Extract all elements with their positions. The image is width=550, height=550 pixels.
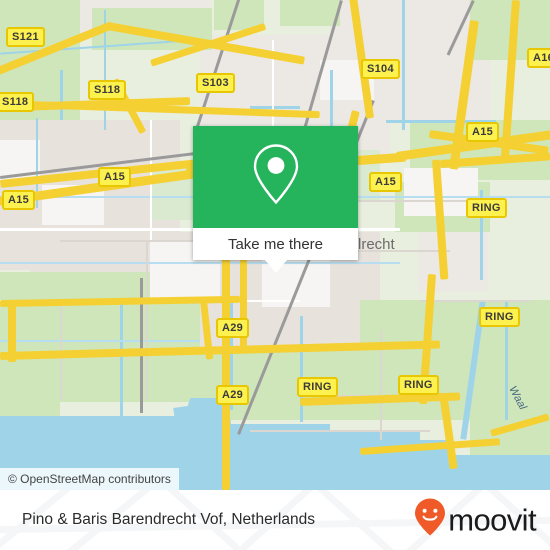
moovit-brand[interactable]: moovit — [415, 498, 537, 542]
road-shield: S104 — [361, 59, 400, 79]
road-shield: A15 — [98, 167, 132, 187]
road-shield: S103 — [196, 73, 235, 93]
road-shield: S121 — [6, 27, 45, 47]
road-shield: RING — [398, 375, 439, 395]
card-header — [193, 126, 358, 228]
card-pointer-tail — [264, 260, 287, 273]
take-me-there-card[interactable]: Take me there — [193, 126, 358, 273]
road-shield: RING — [297, 377, 338, 397]
moovit-wordmark: moovit — [448, 502, 536, 538]
road-shield: A15 — [466, 122, 500, 142]
map-pin-icon — [249, 142, 303, 213]
road-shield: A16 — [527, 48, 550, 68]
osm-attribution[interactable]: © OpenStreetMap contributors — [0, 468, 179, 490]
river-label: Waal — [506, 384, 529, 412]
take-me-there-label: Take me there — [227, 235, 324, 253]
moovit-smiley-pin-icon — [415, 498, 446, 542]
map-share-card: S121 S118 S118 S103 S104 A16 A15 A15 A15 A15 RING R… — [0, 0, 550, 550]
place-title: Pino & Baris Barendrecht Vof, Netherland… — [22, 511, 315, 528]
road-shield: A29 — [216, 318, 250, 338]
road-shield: S118 — [0, 92, 35, 112]
road-shield: A29 — [216, 385, 250, 405]
road-shield: A15 — [2, 190, 36, 210]
road-shield: RING — [466, 198, 507, 218]
road-shield: A15 — [369, 172, 403, 192]
page-footer: Pino & Baris Barendrecht Vof, Netherland… — [0, 490, 550, 550]
road-shield: S118 — [88, 80, 127, 100]
road-shield: RING — [479, 307, 520, 327]
card-footer[interactable]: Take me there — [193, 228, 358, 273]
place-label: lrecht — [358, 236, 395, 253]
